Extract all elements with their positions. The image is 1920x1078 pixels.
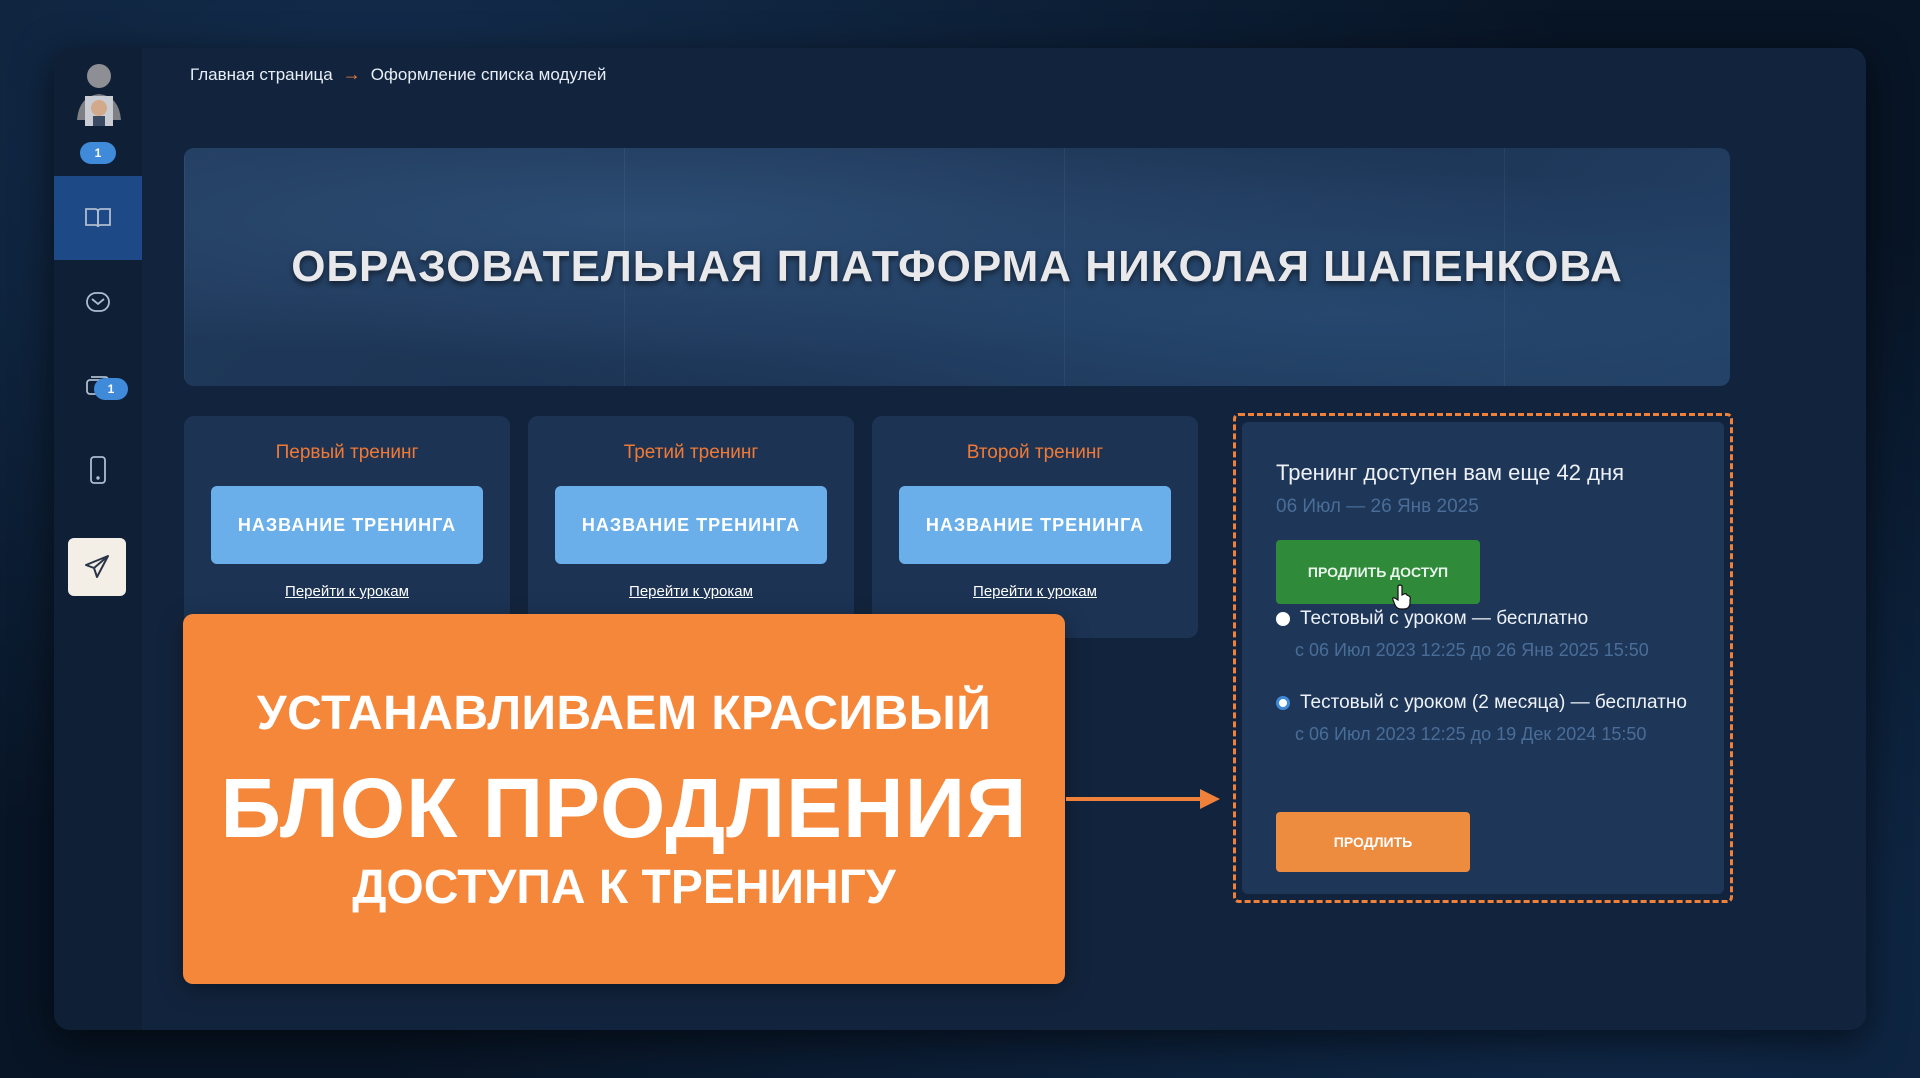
radio-button-selected[interactable] [1276, 696, 1290, 710]
sidebar-item-mobile[interactable] [54, 428, 142, 512]
training-card: Третий тренинг НАЗВАНИЕ ТРЕНИНГА Перейти… [528, 416, 854, 638]
notification-badge: 1 [80, 142, 116, 164]
sidebar-item-messages[interactable] [54, 260, 142, 344]
training-card-title: Второй тренинг [966, 442, 1104, 463]
promo-line-3: ДОСТУПА К ТРЕНИНГУ [352, 861, 896, 914]
extend-access-button[interactable]: ПРОДЛИТЬ ДОСТУП [1276, 540, 1480, 604]
tickets-badge: 1 [94, 378, 128, 400]
breadcrumb: Главная страница → Оформление списка мод… [190, 64, 606, 85]
training-name-button[interactable]: НАЗВАНИЕ ТРЕНИНГА [899, 486, 1171, 564]
radio-button[interactable] [1276, 612, 1290, 626]
renew-button[interactable]: ПРОДЛИТЬ [1276, 812, 1470, 872]
hand-cursor-icon [1392, 584, 1411, 610]
avatar[interactable] [71, 60, 127, 132]
renewal-title: Тренинг доступен вам еще 42 дня [1276, 460, 1625, 485]
promo-line-2: БЛОК ПРОДЛЕНИЯ [220, 761, 1028, 855]
training-card: Второй тренинг НАЗВАНИЕ ТРЕНИНГА Перейти… [872, 416, 1198, 638]
training-card-title: Первый тренинг [275, 442, 419, 463]
mail-icon [86, 292, 110, 312]
sidebar-item-tickets[interactable]: 1 [54, 344, 142, 428]
breadcrumb-current: Оформление списка модулей [370, 64, 607, 84]
renewal-panel: Тренинг доступен вам еще 42 дня 06 Июл —… [1242, 422, 1724, 894]
promo-line-1: УСТАНАВЛИВАЕМ КРАСИВЫЙ [256, 687, 992, 740]
tariff-option-label: Тестовый с уроком (2 месяца) — бесплатно [1300, 692, 1687, 713]
training-name-button[interactable]: НАЗВАНИЕ ТРЕНИНГА [555, 486, 827, 564]
breadcrumb-home-link[interactable]: Главная страница [190, 65, 333, 85]
training-card: Первый тренинг НАЗВАНИЕ ТРЕНИНГА Перейти… [184, 416, 510, 638]
go-to-lessons-link[interactable]: Перейти к урокам [184, 583, 510, 600]
book-icon [85, 208, 111, 228]
arrow-right-icon [1066, 789, 1220, 809]
banner-title: ОБРАЗОВАТЕЛЬНАЯ ПЛАТФОРМА НИКОЛАЯ ШАПЕНК… [291, 242, 1623, 291]
tariff-option-dates: с 06 Июл 2023 12:25 до 26 Янв 2025 15:50 [1295, 640, 1649, 660]
telegram-icon [85, 555, 109, 578]
promo-banner: УСТАНАВЛИВАЕМ КРАСИВЫЙ БЛОК ПРОДЛЕНИЯ ДО… [183, 614, 1065, 984]
tariff-option-label: Тестовый с уроком — бесплатно [1300, 608, 1589, 629]
go-to-lessons-link[interactable]: Перейти к урокам [528, 583, 854, 600]
hero-banner: ОБРАЗОВАТЕЛЬНАЯ ПЛАТФОРМА НИКОЛАЯ ШАПЕНК… [184, 148, 1730, 386]
arrow-right-icon: → [342, 64, 361, 84]
sidebar: 1 1 [54, 48, 142, 1030]
renewal-block-highlight: Тренинг доступен вам еще 42 дня 06 Июл —… [1233, 413, 1733, 903]
phone-icon [90, 456, 106, 484]
training-name-button[interactable]: НАЗВАНИЕ ТРЕНИНГА [211, 486, 483, 564]
sidebar-item-courses[interactable] [54, 176, 142, 260]
training-card-title: Третий тренинг [623, 442, 759, 463]
telegram-button[interactable] [68, 538, 126, 596]
tariff-option[interactable]: Тестовый с уроком — бесплатно [1276, 608, 1588, 630]
tariff-option[interactable]: Тестовый с уроком (2 месяца) — бесплатно [1276, 692, 1687, 714]
go-to-lessons-link[interactable]: Перейти к урокам [872, 583, 1198, 600]
tariff-option-dates: с 06 Июл 2023 12:25 до 19 Дек 2024 15:50 [1295, 724, 1647, 744]
renewal-dates: 06 Июл — 26 Янв 2025 [1276, 496, 1479, 517]
